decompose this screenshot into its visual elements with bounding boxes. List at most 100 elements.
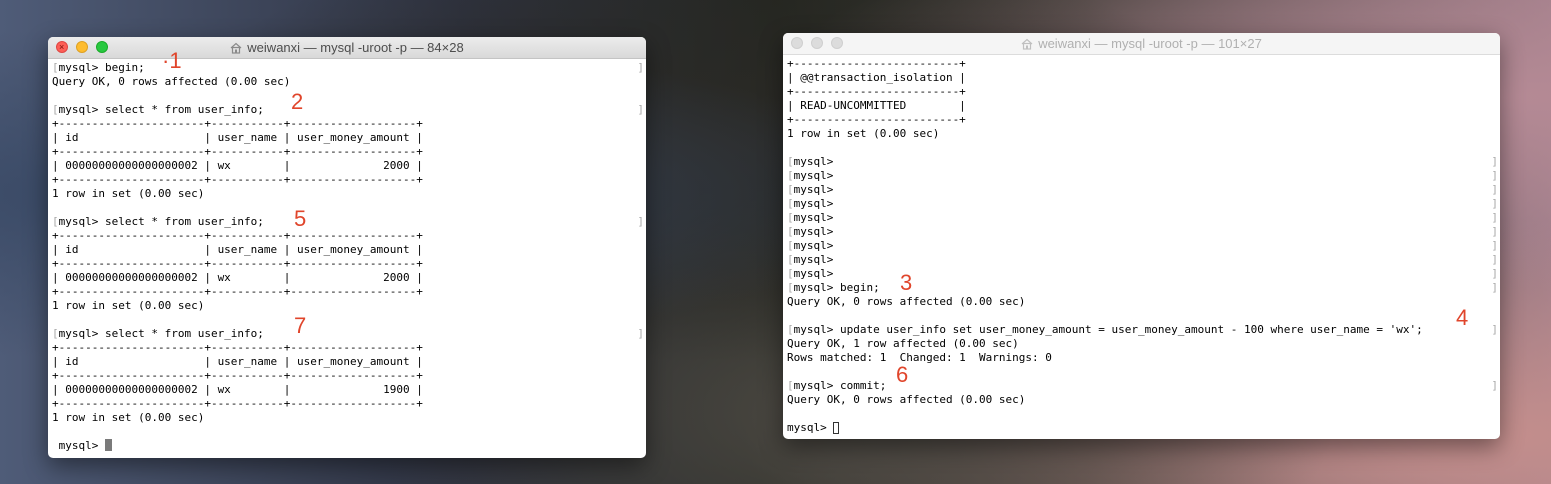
line-mark: ] — [1491, 253, 1498, 266]
terminal-line: +-------------------------+ — [787, 57, 1500, 71]
line-mark: [ — [52, 103, 59, 116]
close-button[interactable] — [791, 37, 803, 49]
titlebar-left[interactable]: × weiwanxi — mysql -uroot -p — 84×28 — [48, 37, 646, 59]
terminal-line: Query OK, 0 rows affected (0.00 sec) — [787, 393, 1500, 407]
line-mark: ] — [1491, 211, 1498, 224]
minimize-button[interactable] — [811, 37, 823, 49]
line-mark: ] — [637, 215, 644, 228]
terminal-line-text: Query OK, 0 rows affected (0.00 sec) — [787, 295, 1026, 308]
terminal-line-text: Query OK, 1 row affected (0.00 sec) — [787, 337, 1019, 350]
line-mark: [ — [787, 169, 794, 182]
terminal-line: | 00000000000000000002 | wx | 2000 | — [52, 159, 646, 173]
terminal-window-right[interactable]: weiwanxi — mysql -uroot -p — 101×27 +---… — [783, 33, 1500, 439]
terminal-line: | id | user_name | user_money_amount | — [52, 131, 646, 145]
terminal-line-text: mysql> — [787, 421, 834, 434]
zoom-button[interactable] — [96, 41, 108, 53]
minimize-button[interactable] — [76, 41, 88, 53]
terminal-line-text: | id | user_name | user_money_amount | — [52, 243, 423, 256]
terminal-line-text: | 00000000000000000002 | wx | 2000 | — [52, 271, 423, 284]
close-button[interactable]: × — [56, 41, 68, 53]
terminal-line: [mysql>] — [787, 197, 1500, 211]
line-mark: ] — [637, 103, 644, 116]
terminal-line-text: 1 row in set (0.00 sec) — [52, 299, 205, 312]
terminal-line-text: mysql> — [793, 183, 834, 196]
terminal-line-text: Query OK, 0 rows affected (0.00 sec) — [787, 393, 1026, 406]
line-mark: ] — [637, 327, 644, 340]
annotation-step-1: ·1 — [162, 48, 182, 73]
terminal-line-text: 1 row in set (0.00 sec) — [52, 187, 205, 200]
terminal-line: Query OK, 1 row affected (0.00 sec) — [787, 337, 1500, 351]
terminal-line: 1 row in set (0.00 sec) — [787, 127, 1500, 141]
home-folder-icon — [1021, 38, 1033, 50]
line-mark: [ — [52, 61, 59, 74]
terminal-line-text: 1 row in set (0.00 sec) — [787, 127, 940, 140]
terminal-line-text: mysql> select * from user_info; — [58, 215, 264, 228]
terminal-line-text: | READ-UNCOMMITTED | — [787, 99, 966, 112]
terminal-line: 1 row in set (0.00 sec) — [52, 411, 646, 425]
annotation-step-7: 7 — [294, 313, 307, 338]
terminal-line: +----------------------+-----------+----… — [52, 369, 646, 383]
close-icon: × — [59, 42, 65, 52]
terminal-window-left[interactable]: × weiwanxi — mysql -uroot -p — 84×28 [my… — [48, 37, 646, 458]
terminal-line-text: mysql> select * from user_info; — [58, 327, 264, 340]
terminal-line-text: mysql> — [793, 211, 834, 224]
annotation-step-3: 3 — [900, 270, 913, 295]
terminal-line: +----------------------+-----------+----… — [52, 173, 646, 187]
text-cursor — [833, 422, 840, 434]
terminal-line-text: +----------------------+-----------+----… — [52, 229, 423, 242]
annotation-step-5: 5 — [294, 206, 307, 231]
terminal-line: | READ-UNCOMMITTED | — [787, 99, 1500, 113]
terminal-line: [mysql> begin;] — [787, 281, 1500, 295]
line-mark: [ — [787, 197, 794, 210]
terminal-line: +-------------------------+ — [787, 85, 1500, 99]
line-mark: ] — [1491, 239, 1498, 252]
line-mark: ] — [1491, 379, 1498, 392]
terminal-line: | 00000000000000000002 | wx | 2000 | — [52, 271, 646, 285]
line-mark: ] — [1491, 169, 1498, 182]
line-mark: ] — [1491, 225, 1498, 238]
terminal-line: +----------------------+-----------+----… — [52, 257, 646, 271]
zoom-button[interactable] — [831, 37, 843, 49]
terminal-line-text: 1 row in set (0.00 sec) — [52, 411, 205, 424]
terminal-line: [mysql>] — [787, 211, 1500, 225]
window-title: weiwanxi — mysql -uroot -p — 84×28 — [247, 40, 464, 55]
terminal-line: | 00000000000000000002 | wx | 1900 | — [52, 383, 646, 397]
titlebar-right[interactable]: weiwanxi — mysql -uroot -p — 101×27 — [783, 33, 1500, 55]
terminal-line-text: | id | user_name | user_money_amount | — [52, 131, 423, 144]
terminal-line-text: | 00000000000000000002 | wx | 1900 | — [52, 383, 423, 396]
line-mark: [ — [787, 267, 794, 280]
terminal-line-text: | id | user_name | user_money_amount | — [52, 355, 423, 368]
terminal-line: [mysql>] — [787, 183, 1500, 197]
terminal-line: [mysql> select * from user_info;] — [52, 103, 646, 117]
terminal-line: +----------------------+-----------+----… — [52, 145, 646, 159]
terminal-content[interactable]: [mysql> begin;] Query OK, 0 rows affected… — [48, 59, 646, 458]
terminal-line: | id | user_name | user_money_amount | — [52, 355, 646, 369]
line-mark: ] — [1491, 323, 1498, 336]
terminal-line: Query OK, 0 rows affected (0.00 sec) — [787, 295, 1500, 309]
terminal-line-text: mysql> select * from user_info; — [58, 103, 264, 116]
annotation-step-6: 6 — [896, 362, 909, 387]
line-mark: ] — [637, 61, 644, 74]
terminal-line-text: +----------------------+-----------+----… — [52, 117, 423, 130]
terminal-content[interactable]: +-------------------------+ | @@transacti… — [783, 55, 1500, 439]
terminal-line-text: | @@transaction_isolation | — [787, 71, 966, 84]
line-mark: ] — [1491, 281, 1498, 294]
terminal-line: [mysql>] — [787, 225, 1500, 239]
line-mark: ] — [1491, 267, 1498, 280]
terminal-line-text: mysql> — [793, 169, 834, 182]
terminal-line-text: mysql> — [793, 155, 834, 168]
terminal-line: +----------------------+-----------+----… — [52, 341, 646, 355]
line-mark: [ — [52, 327, 59, 340]
line-mark: [ — [787, 379, 794, 392]
terminal-line: [mysql>] — [787, 267, 1500, 281]
terminal-line-text: mysql> — [793, 239, 834, 252]
terminal-line: Query OK, 0 rows affected (0.00 sec) — [52, 75, 646, 89]
terminal-line: [mysql> commit;] — [787, 379, 1500, 393]
